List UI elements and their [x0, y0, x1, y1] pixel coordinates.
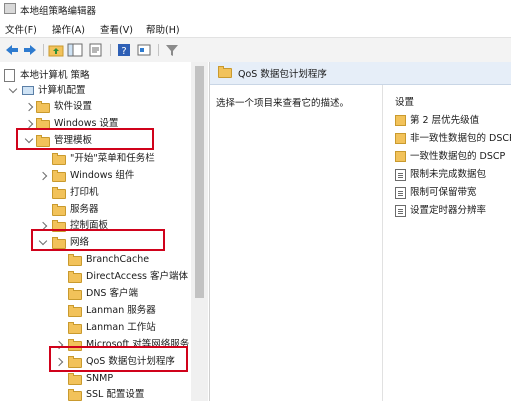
back-arrow-icon[interactable]	[4, 42, 20, 58]
tree-label: DirectAccess 客户端体	[86, 271, 188, 282]
folder-icon	[36, 101, 50, 113]
toolbar-separator	[43, 44, 44, 56]
properties-icon[interactable]	[136, 42, 152, 58]
policy-setting-icon	[395, 205, 406, 217]
menu-action[interactable]: 操作(A)	[52, 22, 85, 36]
folder-icon	[218, 66, 232, 78]
setting-label: 限制未完成数据包	[410, 169, 487, 180]
settings-column-header[interactable]: 设置	[395, 94, 414, 108]
tree-label: Lanman 服务器	[86, 305, 156, 316]
folder-icon	[68, 389, 82, 401]
folder-icon	[52, 187, 66, 199]
policy-document-icon	[4, 69, 15, 82]
menu-file[interactable]: 文件(F)	[5, 22, 37, 36]
collapse-arrow-icon[interactable]	[24, 102, 34, 112]
folder-icon	[68, 373, 82, 385]
details-title: QoS 数据包计划程序	[238, 69, 327, 80]
filter-icon[interactable]	[164, 42, 180, 58]
tree-label: 打印机	[70, 187, 99, 198]
tree-label: 服务器	[70, 204, 99, 215]
tree-label: DNS 客户端	[86, 288, 138, 299]
folder-icon	[68, 288, 82, 300]
settings-list: 设置 第 2 层优先级值 非一致性数据包的 DSCP 一致性数据包的 DSCP …	[382, 85, 511, 401]
tree-label: 计算机配置	[38, 85, 86, 96]
toolbar: ?	[0, 37, 511, 63]
details-header: QoS 数据包计划程序	[210, 62, 511, 85]
setting-label: 一致性数据包的 DSCP	[410, 151, 506, 162]
menu-view[interactable]: 查看(V)	[100, 22, 133, 36]
setting-label: 第 2 层优先级值	[410, 115, 480, 126]
computer-icon	[22, 86, 34, 95]
highlight-network	[31, 229, 165, 251]
window-title: 本地组策略编辑器	[20, 6, 97, 17]
up-folder-icon[interactable]	[48, 42, 64, 58]
folder-icon	[52, 153, 66, 165]
policy-setting-icon	[395, 187, 406, 199]
folder-icon	[68, 305, 82, 317]
setting-label: 限制可保留带宽	[410, 187, 477, 198]
folder-icon	[395, 115, 406, 126]
tree-label: Lanman 工作站	[86, 322, 156, 333]
tree-label: BranchCache	[86, 254, 150, 265]
folder-icon	[395, 151, 406, 162]
svg-text:?: ?	[121, 46, 126, 57]
tree-label: 软件设置	[54, 101, 93, 112]
folder-icon	[68, 254, 82, 266]
description-text: 选择一个项目来查看它的描述。	[216, 98, 350, 109]
forward-arrow-icon[interactable]	[22, 42, 38, 58]
title-bar: 本地组策略编辑器	[0, 0, 511, 18]
scrollbar-thumb[interactable]	[195, 66, 204, 298]
menu-help[interactable]: 帮助(H)	[146, 22, 180, 36]
tree-label: SSL 配置设置	[86, 389, 145, 400]
details-pane: QoS 数据包计划程序 选择一个项目来查看它的描述。 设置 第 2 层优先级值 …	[210, 62, 511, 401]
setting-label: 非一致性数据包的 DSCP	[410, 133, 511, 144]
tree-label: SNMP	[86, 373, 114, 384]
toolbar-separator	[158, 44, 159, 56]
tree-label: "开始"菜单和任务栏	[70, 153, 155, 164]
menu-bar: 文件(F) 操作(A) 查看(V) 帮助(H)	[0, 18, 511, 36]
folder-icon	[395, 133, 406, 144]
setting-label: 设置定时器分辨率	[410, 205, 487, 216]
folder-icon	[52, 204, 66, 216]
tree-scrollbar[interactable]	[191, 62, 208, 401]
expand-arrow-icon[interactable]	[8, 84, 18, 94]
tree-label: 本地计算机 策略	[20, 70, 90, 81]
highlight-qos	[49, 346, 188, 372]
folder-icon	[68, 271, 82, 283]
highlight-admin-templates	[16, 128, 154, 150]
toolbar-separator	[110, 44, 111, 56]
collapse-arrow-icon[interactable]	[24, 119, 34, 129]
policy-setting-icon	[395, 169, 406, 181]
group-policy-app-icon	[4, 3, 16, 14]
export-list-icon[interactable]	[88, 42, 104, 58]
folder-icon	[52, 170, 66, 182]
tree-label: Windows 组件	[70, 170, 135, 181]
show-hide-tree-icon[interactable]	[67, 42, 83, 58]
collapse-arrow-icon[interactable]	[38, 171, 48, 181]
help-icon[interactable]: ?	[116, 42, 132, 58]
folder-icon	[68, 322, 82, 334]
